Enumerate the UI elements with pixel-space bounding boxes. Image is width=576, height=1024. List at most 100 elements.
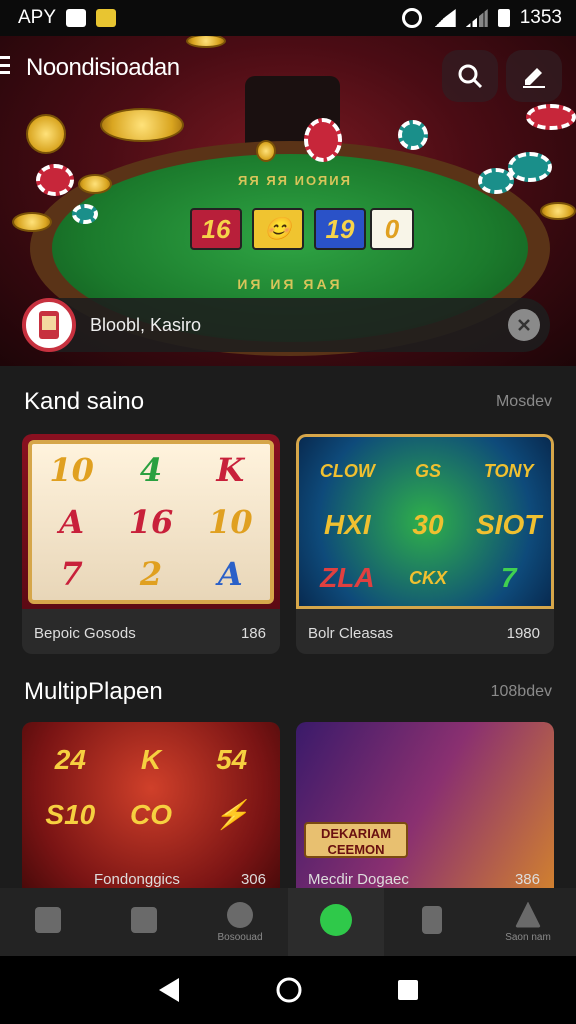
- slot-reels: 24 K 54 S10 CO ⚡: [30, 732, 272, 842]
- slot-symbol: 30: [412, 508, 444, 540]
- playing-card: 😊: [252, 208, 304, 250]
- battery-icon: [497, 9, 510, 27]
- gold-coin: [78, 174, 112, 194]
- game-name: Bolr Cleasas: [308, 625, 394, 642]
- search-icon: [458, 64, 483, 89]
- hero-banner[interactable]: ЯЯ ЯЯ ИОЯИЯ ИЯ ИЯ ЯАЯ 16 😊 19 0 Noondisi…: [0, 36, 576, 366]
- nav-label: Saon nam: [505, 931, 551, 943]
- recents-icon[interactable]: [397, 979, 419, 1001]
- gold-coin: [540, 202, 576, 220]
- poker-chip: [398, 120, 428, 150]
- nav-item-chat[interactable]: [288, 888, 384, 956]
- slot-symbol: 7: [60, 555, 83, 593]
- slot-symbol: 16: [128, 503, 174, 541]
- search-input[interactable]: Bloobl, Kasiro: [22, 298, 550, 352]
- felt-text-top: ЯЯ ЯЯ ИОЯИЯ: [238, 173, 352, 188]
- app-title: Noondisioadan: [26, 54, 180, 81]
- playing-card: 19: [314, 208, 366, 250]
- poker-chip: [36, 164, 74, 196]
- status-bar: APY 1353: [0, 0, 576, 36]
- slot-symbol: 2: [139, 555, 163, 593]
- app-notification-icon: [96, 9, 117, 27]
- slot-symbol: A: [59, 503, 85, 541]
- game-card[interactable]: 10 4 K A 16 10 7 2 A Bepoic Gosods 186: [22, 434, 280, 654]
- poker-chip: [508, 152, 552, 182]
- game-card[interactable]: DEKARIAM CEEMON Mecdir Dogaec 386: [296, 722, 554, 888]
- slot-symbol: CO: [129, 798, 172, 830]
- slot-symbol: 54: [216, 743, 248, 775]
- game-thumbnail: 10 4 K A 16 10 7 2 A: [22, 434, 280, 609]
- see-more-link[interactable]: Mosdev: [496, 393, 552, 411]
- bottom-nav: Bosoouad Saon nam: [0, 888, 576, 956]
- status-carrier: APY: [18, 7, 57, 28]
- slot-symbol: ⚡: [214, 799, 250, 830]
- game-count: 386: [514, 871, 540, 888]
- slot-symbol: K: [140, 743, 162, 775]
- game-name: Mecdir Dogaec: [308, 871, 409, 888]
- slot-symbol: K: [216, 451, 245, 489]
- clear-button[interactable]: [508, 309, 540, 341]
- gold-coin: [26, 114, 66, 154]
- back-icon[interactable]: [157, 977, 181, 1003]
- gold-coin: [256, 140, 276, 162]
- section-header: Kand saino Mosdev: [24, 388, 552, 416]
- profile-icon: [515, 901, 541, 928]
- game-name: Fondonggics: [94, 871, 180, 888]
- game-count: 1980: [506, 625, 540, 642]
- bag-icon: [35, 907, 61, 933]
- game-thumbnail: DEKARIAM CEEMON: [296, 722, 554, 888]
- wifi-icon: [431, 9, 456, 27]
- slot-symbol: 4: [139, 451, 163, 489]
- system-nav-bar: [0, 956, 576, 1024]
- edit-button[interactable]: [506, 50, 562, 102]
- slot-symbol: ZLA: [320, 562, 375, 594]
- tools-icon: [227, 901, 253, 928]
- slot-symbol: 10: [49, 451, 94, 489]
- menu-icon[interactable]: [0, 56, 10, 74]
- game-thumbnail: CLOW GS TONY HXI 30 SIOT ZLA CKX 7: [296, 434, 554, 609]
- slot-symbol: 7: [500, 562, 517, 594]
- game-count: 306: [240, 871, 266, 888]
- home-icon[interactable]: [275, 976, 303, 1004]
- poker-chip: [526, 104, 576, 130]
- signal-icon: [465, 9, 488, 27]
- nav-item-tools[interactable]: Bosoouad: [192, 888, 288, 956]
- see-more-link[interactable]: 108bdev: [491, 683, 552, 701]
- playing-card: 16: [190, 208, 242, 250]
- slot-symbol: SIOT: [475, 508, 542, 540]
- status-time: 1353: [519, 7, 562, 28]
- slot-badge-icon: [22, 298, 76, 352]
- chat-icon: [320, 904, 352, 936]
- nav-item-bag[interactable]: [0, 888, 96, 956]
- game-count: 186: [240, 625, 266, 642]
- gold-coin: [186, 36, 226, 48]
- slot-reels: CLOW GS TONY HXI 30 SIOT ZLA CKX 7: [307, 445, 549, 605]
- slot-symbol: TONY: [483, 461, 534, 482]
- search-button[interactable]: [442, 50, 498, 102]
- slot-symbol: HXI: [323, 508, 371, 540]
- game-card[interactable]: 24 K 54 S10 CO ⚡ Fondonggics 306: [22, 722, 280, 888]
- nav-item-ticket[interactable]: [96, 888, 192, 956]
- nav-label: Bosoouad: [217, 931, 263, 943]
- slot-symbol: CKX: [408, 567, 447, 588]
- slot-symbol: A: [217, 555, 243, 593]
- section-title: Kand saino: [24, 388, 145, 415]
- poker-chip: [72, 204, 98, 224]
- slot-symbol: 24: [54, 743, 86, 775]
- game-banner: DEKARIAM CEEMON: [304, 822, 408, 858]
- nav-item-card[interactable]: [384, 888, 480, 956]
- game-thumbnail: 24 K 54 S10 CO ⚡: [22, 722, 280, 888]
- felt-text-bottom: ИЯ ИЯ ЯАЯ: [237, 276, 343, 292]
- slot-symbol: CLOW: [319, 461, 375, 482]
- game-card[interactable]: CLOW GS TONY HXI 30 SIOT ZLA CKX 7 Bolr …: [296, 434, 554, 654]
- game-name: Bepoic Gosods: [34, 625, 136, 642]
- nav-item-profile[interactable]: Saon nam: [480, 888, 576, 956]
- edit-icon: [523, 68, 545, 88]
- ticket-icon: [131, 907, 157, 933]
- slot-symbol: S10: [45, 798, 96, 830]
- alarm-icon: [401, 8, 422, 28]
- playing-card: 0: [370, 208, 414, 250]
- poker-chip: [304, 118, 342, 162]
- poker-chip: [478, 168, 514, 194]
- slot-reels: 10 4 K A 16 10 7 2 A: [28, 440, 274, 604]
